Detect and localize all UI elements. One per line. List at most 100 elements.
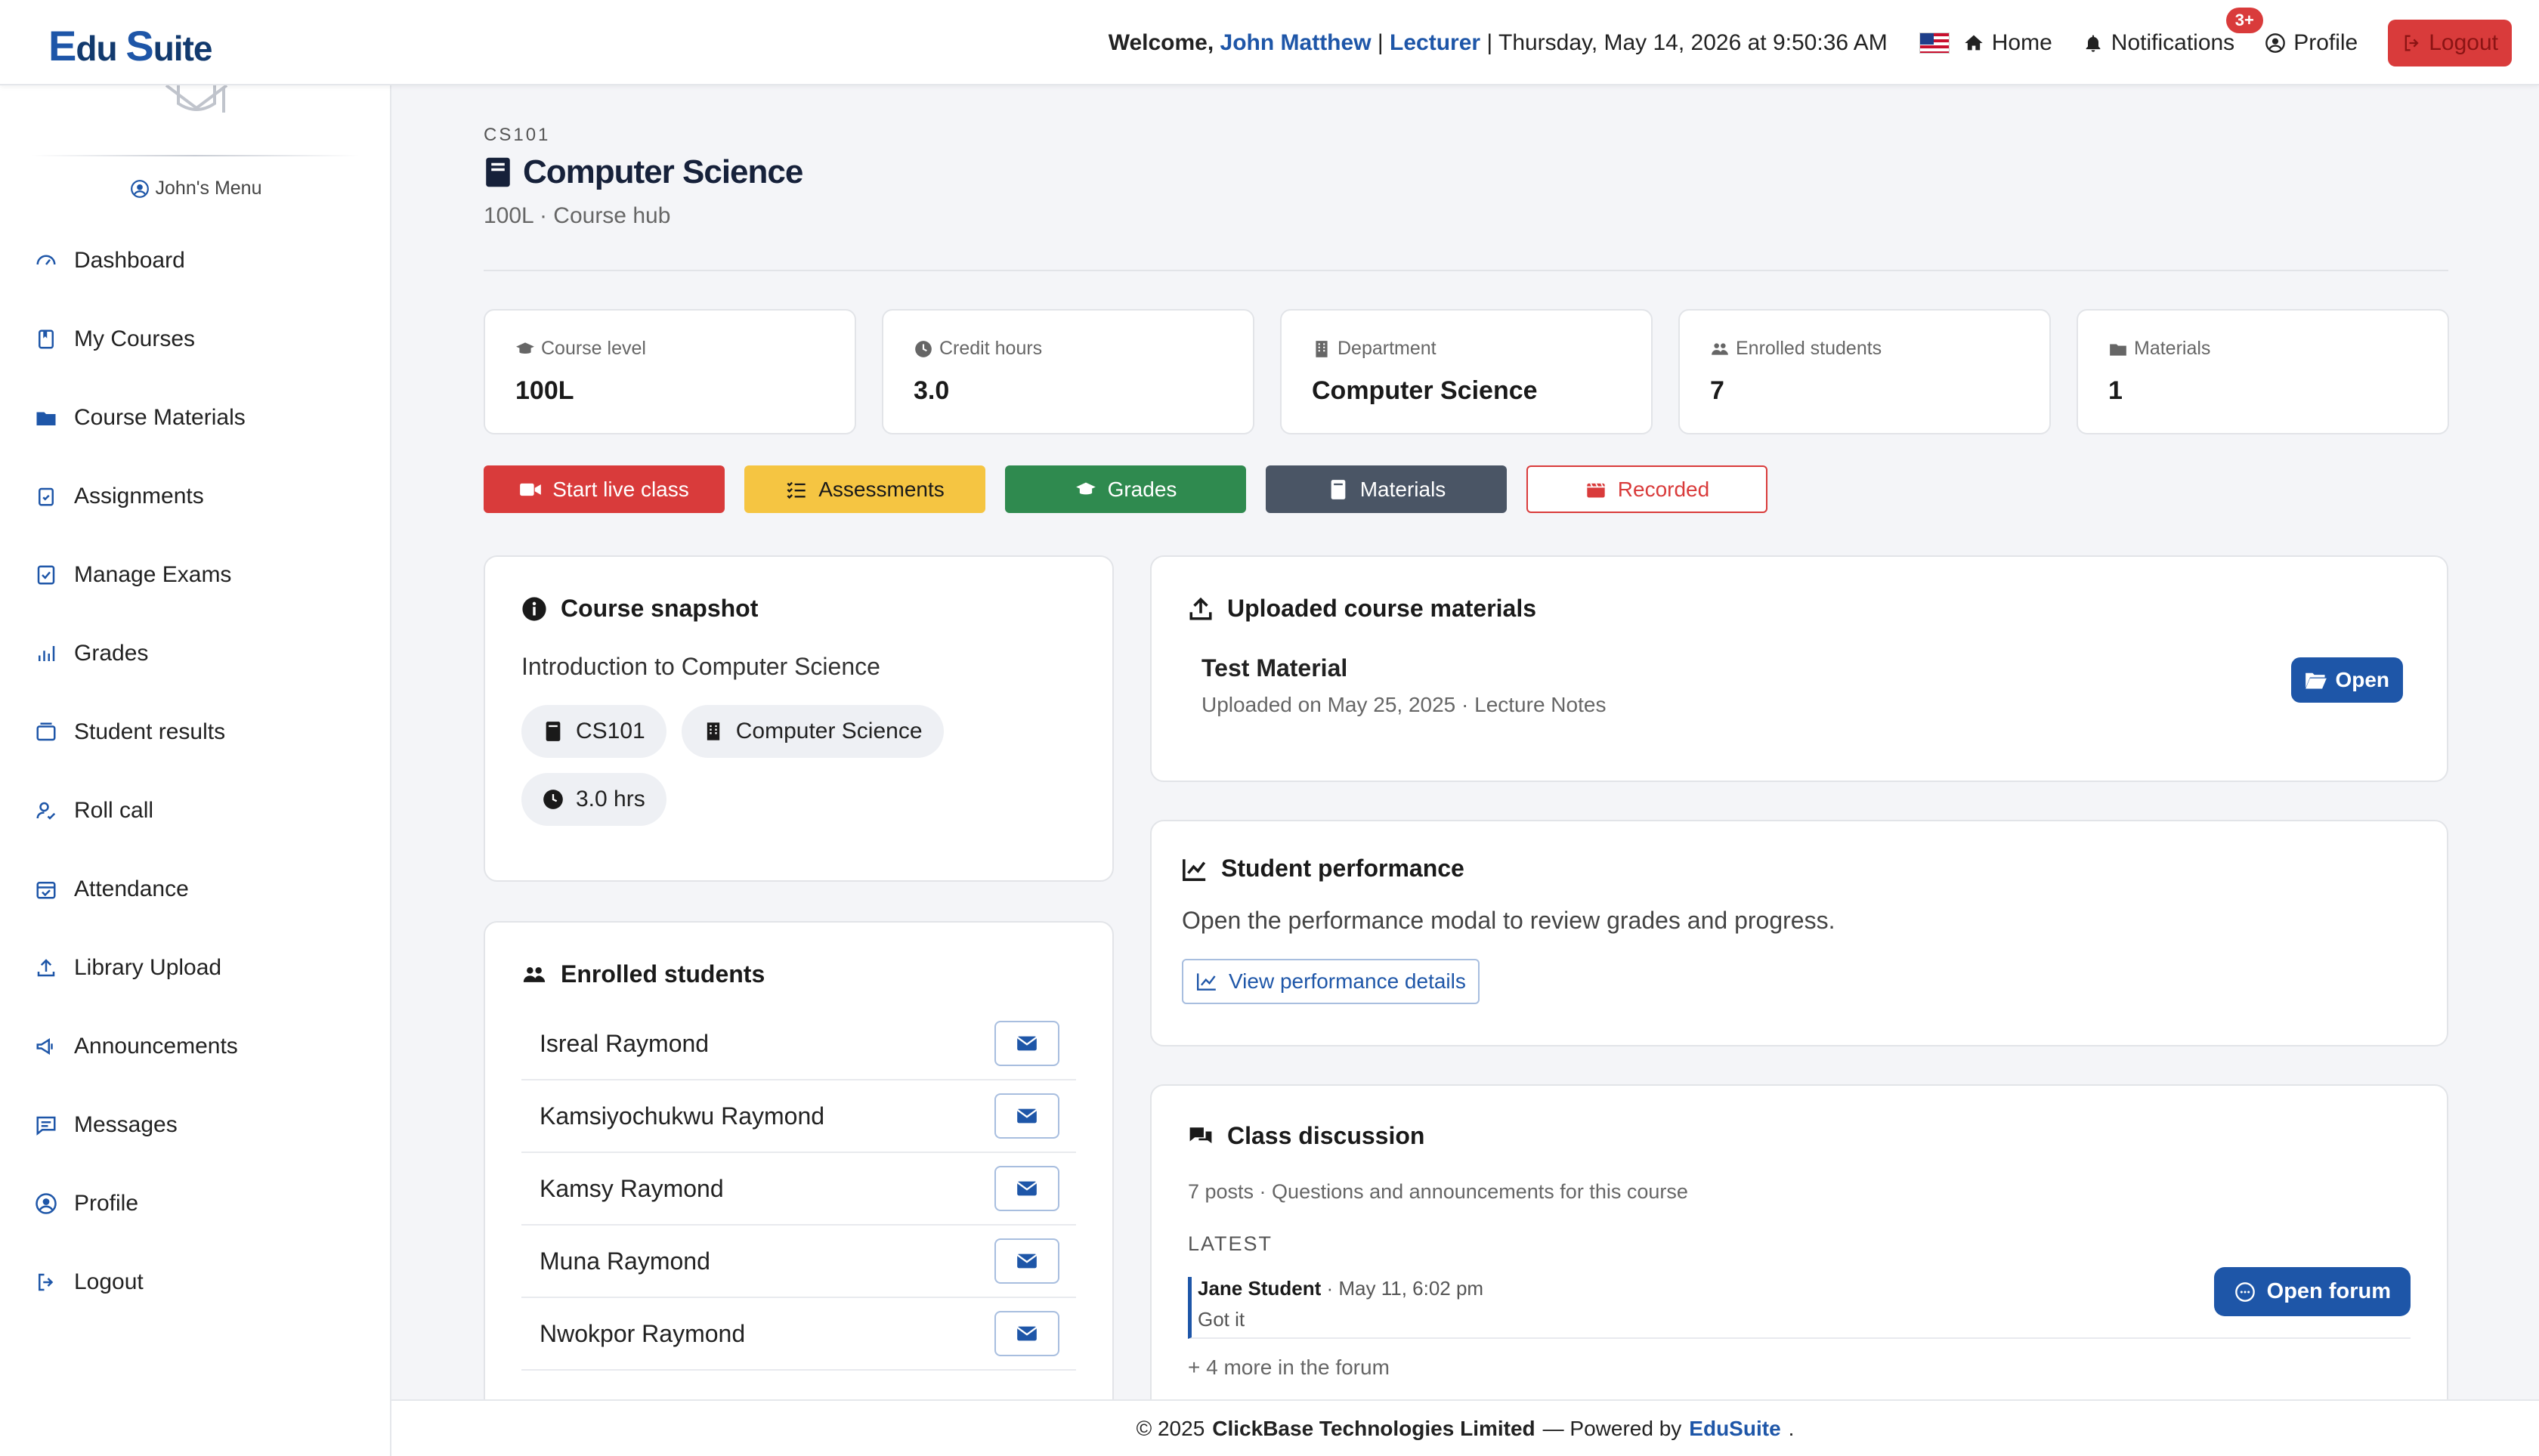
film-icon: [1587, 482, 1605, 497]
video-camera-icon: [520, 483, 542, 496]
header-divider: [484, 270, 2448, 271]
sidebar-item-library-upload[interactable]: Library Upload: [35, 929, 246, 1007]
course-code-label: CS101: [484, 125, 551, 145]
bar-chart-icon: [39, 646, 55, 661]
sidebar-menu-title: John's Menu: [0, 178, 391, 199]
more-posts-link[interactable]: + 4 more in the forum: [1188, 1356, 2411, 1380]
sidebar: John's Menu Dashboard My Courses Course …: [0, 85, 391, 1456]
list-item: Kamsiyochukwu Raymond: [521, 1080, 1076, 1153]
graduation-cap-icon: [516, 342, 534, 354]
email-student-button[interactable]: [994, 1021, 1059, 1066]
sidebar-item-dashboard[interactable]: Dashboard: [35, 221, 246, 300]
sidebar-item-manage-exams[interactable]: Manage Exams: [35, 536, 246, 614]
chat-icon: [2234, 1281, 2255, 1302]
stat-enrolled-students: Enrolled students 7: [1678, 309, 2051, 434]
view-performance-button[interactable]: View performance details: [1182, 959, 1480, 1004]
sidebar-item-announcements[interactable]: Announcements: [35, 1007, 246, 1086]
edusuite-link[interactable]: EduSuite: [1689, 1417, 1780, 1441]
top-navbar: Edu Suite Welcome, John Matthew | Lectur…: [0, 0, 2539, 85]
student-performance-card: Student performance Open the performance…: [1150, 820, 2448, 1046]
student-list: Isreal Raymond Kamsiyochukwu Raymond Kam…: [521, 1008, 1076, 1371]
stat-materials: Materials 1: [2077, 309, 2449, 434]
uploaded-materials-card: Uploaded course materials Test Material …: [1150, 555, 2448, 782]
sidebar-item-my-courses[interactable]: My Courses: [35, 300, 246, 379]
page-title: Computer Science: [484, 153, 803, 191]
sidebar-item-grades[interactable]: Grades: [35, 614, 246, 693]
sidebar-item-messages[interactable]: Messages: [35, 1086, 246, 1164]
notification-badge: 3+: [2225, 7, 2263, 33]
open-material-button[interactable]: Open: [2291, 657, 2403, 703]
uploaded-materials-title: Uploaded course materials: [1188, 595, 2411, 623]
sidebar-item-assignments[interactable]: Assignments: [35, 457, 246, 536]
message-icon: [36, 1116, 56, 1136]
sidebar-item-logout[interactable]: Logout: [35, 1243, 246, 1322]
notifications-link[interactable]: Notifications 3+: [2083, 7, 2263, 56]
sidebar-item-profile[interactable]: Profile: [35, 1164, 246, 1243]
building-icon: [707, 722, 719, 740]
upload-icon: [1189, 597, 1212, 620]
course-actions: Start live class Assessments Grades Mate…: [484, 465, 1767, 513]
student-performance-title: Student performance: [1182, 855, 2417, 883]
logout-button[interactable]: Logout: [2388, 19, 2512, 66]
upload-icon: [37, 959, 55, 977]
book-icon: [39, 329, 54, 349]
student-name: Kamsiyochukwu Raymond: [540, 1102, 825, 1130]
us-flag-icon[interactable]: [1919, 32, 1950, 54]
stat-department: Department Computer Science: [1280, 309, 1653, 434]
footer: © 2025 ClickBase Technologies Limited — …: [391, 1399, 2539, 1456]
open-forum-button[interactable]: Open forum: [2213, 1267, 2411, 1316]
chat-bubbles-icon: [1189, 1127, 1212, 1143]
email-student-button[interactable]: [994, 1166, 1059, 1211]
welcome-text: Welcome, John Matthew | Lecturer | Thurs…: [1108, 29, 1888, 55]
home-icon: [1965, 35, 1983, 50]
line-chart-icon: [1183, 858, 1206, 881]
envelope-icon: [1016, 1254, 1038, 1269]
student-name: Muna Raymond: [540, 1247, 710, 1275]
sidebar-item-student-results[interactable]: Student results: [35, 693, 246, 771]
start-live-class-button[interactable]: Start live class: [484, 465, 725, 513]
card-icon: [36, 722, 56, 741]
performance-text: Open the performance modal to review gra…: [1182, 907, 1835, 934]
graduation-cap-icon: [165, 85, 228, 113]
page-subtitle: 100L · Course hub: [484, 203, 671, 228]
list-check-icon: [787, 481, 806, 499]
envelope-icon: [1016, 1036, 1038, 1051]
list-item: Nwokpor Raymond: [521, 1298, 1076, 1371]
post-time: · May 11, 6:02 pm: [1326, 1277, 1484, 1300]
book-icon: [546, 722, 561, 741]
pill-hours: 3.0 hrs: [521, 773, 666, 826]
student-name: Nwokpor Raymond: [540, 1319, 746, 1347]
email-student-button[interactable]: [994, 1238, 1059, 1284]
sidebar-item-attendance[interactable]: Attendance: [35, 850, 246, 929]
clock-icon: [915, 340, 932, 357]
class-discussion-title: Class discussion: [1188, 1122, 2411, 1150]
logout-icon: [39, 1273, 54, 1291]
company-name: ClickBase Technologies Limited: [1212, 1416, 1535, 1440]
sidebar-item-course-materials[interactable]: Course Materials: [35, 379, 246, 457]
student-name: Isreal Raymond: [540, 1029, 710, 1057]
latest-label: LATEST: [1188, 1232, 1273, 1255]
student-name: Kamsy Raymond: [540, 1174, 724, 1202]
assessments-button[interactable]: Assessments: [744, 465, 985, 513]
course-snapshot-title: Course snapshot: [521, 595, 1076, 623]
megaphone-icon: [36, 1037, 53, 1056]
discussion-meta: 7 posts · Questions and announcements fo…: [1188, 1180, 1688, 1203]
sidebar-item-roll-call[interactable]: Roll call: [35, 771, 246, 850]
brand-logo[interactable]: Edu Suite: [48, 21, 212, 70]
material-name: Test Material: [1201, 654, 1348, 682]
people-icon: [523, 966, 546, 982]
home-link[interactable]: Home: [1963, 30, 2052, 56]
user-name: John Matthew: [1220, 29, 1372, 55]
grades-button[interactable]: Grades: [1005, 465, 1246, 513]
envelope-icon: [1016, 1326, 1038, 1341]
bell-icon: [2086, 35, 2101, 52]
graduation-cap-icon: [1075, 482, 1096, 494]
recorded-button[interactable]: Recorded: [1526, 465, 1767, 513]
building-icon: [1316, 340, 1328, 357]
material-item: Test Material Uploaded on May 25, 2025 ·…: [1188, 654, 2411, 717]
materials-button[interactable]: Materials: [1266, 465, 1507, 513]
profile-link[interactable]: Profile: [2265, 30, 2358, 56]
checklist-icon: [37, 565, 55, 585]
email-student-button[interactable]: [994, 1093, 1059, 1139]
email-student-button[interactable]: [994, 1311, 1059, 1356]
